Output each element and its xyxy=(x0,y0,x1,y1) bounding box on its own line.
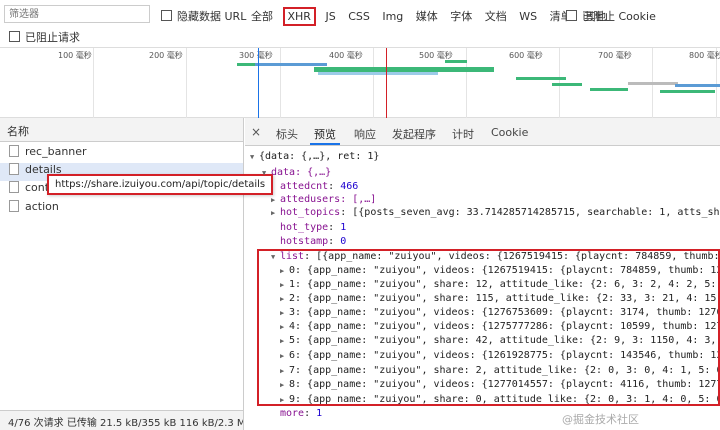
json-collapsed-summary: [{posts_seven_avg: 33.714285714285715, s… xyxy=(352,207,720,218)
type-filter-ws[interactable]: WS xyxy=(519,10,537,23)
domcontentloaded-line xyxy=(258,48,259,118)
name-column-header[interactable]: 名称 xyxy=(0,118,243,142)
list-highlight-box xyxy=(257,249,720,406)
type-filter-img[interactable]: Img xyxy=(382,10,403,23)
tab-timing[interactable]: 计时 xyxy=(452,126,474,142)
resource-type-filters: 全部 XHR JS CSS Img 媒体 字体 文档 WS 清单 其他 xyxy=(251,7,615,26)
request-url-tooltip: https://share.izuiyou.com/api/topic/deta… xyxy=(47,174,274,195)
tab-headers[interactable]: 标头 xyxy=(276,126,298,142)
timeline-gridline: 500 毫秒 xyxy=(419,48,467,118)
tab-initiator[interactable]: 发起程序 xyxy=(392,126,436,142)
detail-tabbar: × 标头 预览 响应 发起程序 计时 Cookie xyxy=(245,118,720,146)
file-icon xyxy=(9,200,19,212)
timeline-tick-label: 200 毫秒 xyxy=(149,51,183,60)
timeline-gridline: 800 毫秒 xyxy=(689,48,720,118)
request-list-panel: 名称 rec_banner details conte action 4/76 … xyxy=(0,118,244,430)
expanded-triangle-icon[interactable]: ▼ xyxy=(262,167,271,180)
blocked-cookies-toggle[interactable]: 已阻止 Cookie xyxy=(566,8,656,24)
load-event-line xyxy=(386,48,387,118)
json-property: more: 1 xyxy=(280,408,323,419)
timeline-gridline: 300 毫秒 xyxy=(239,48,281,118)
blocked-requests-toggle[interactable]: 已阻止请求 xyxy=(9,29,80,45)
type-filter-xhr[interactable]: XHR xyxy=(282,7,317,26)
json-property: hot_type: 1 xyxy=(280,222,347,233)
type-filter-all[interactable]: 全部 xyxy=(251,8,273,24)
hide-data-urls-toggle[interactable]: 隐藏数据 URL xyxy=(161,8,246,24)
tab-cookies[interactable]: Cookie xyxy=(491,126,528,139)
type-filter-media[interactable]: 媒体 xyxy=(416,8,438,24)
request-name: rec_banner xyxy=(25,145,87,158)
timeline-bar xyxy=(590,88,628,91)
tab-response[interactable]: 响应 xyxy=(354,126,376,142)
request-row[interactable]: rec_banner xyxy=(0,145,243,163)
active-tab-indicator xyxy=(310,143,340,145)
timeline-gridline: 400 毫秒 xyxy=(329,48,374,118)
timeline-bar xyxy=(255,63,327,66)
json-collapsed-summary: attedusers: [,…] xyxy=(280,194,377,205)
timeline-bar xyxy=(318,72,438,75)
type-filter-font[interactable]: 字体 xyxy=(450,8,472,24)
timeline-bar xyxy=(516,77,566,80)
json-key: hot_topics xyxy=(280,207,341,218)
timeline-gridline: 200 毫秒 xyxy=(149,48,187,118)
request-row[interactable]: action xyxy=(0,200,243,218)
request-name: action xyxy=(25,200,59,213)
timeline-bar xyxy=(445,60,467,63)
timeline-bar xyxy=(552,83,582,86)
timeline-overview[interactable]: 100 毫秒 200 毫秒 300 毫秒 400 毫秒 500 毫秒 600 毫… xyxy=(0,48,720,118)
file-icon xyxy=(9,163,19,175)
tab-preview[interactable]: 预览 xyxy=(314,126,336,142)
timeline-bar xyxy=(237,63,255,66)
timeline-bar xyxy=(660,90,715,93)
json-key: hot_type xyxy=(280,222,329,233)
timeline-tick-label: 300 毫秒 xyxy=(239,51,273,60)
checkbox-icon[interactable] xyxy=(566,10,577,21)
file-icon xyxy=(9,145,19,157)
timeline-bar xyxy=(675,84,720,87)
json-data-summary: data: {,…} xyxy=(271,167,332,178)
timeline-gridline: 100 毫秒 xyxy=(58,48,94,118)
json-number: 0 xyxy=(340,236,347,247)
blocked-requests-label: 已阻止请求 xyxy=(25,31,80,44)
timeline-tick-label: 800 毫秒 xyxy=(689,51,720,60)
timeline-tick-label: 100 毫秒 xyxy=(58,51,92,60)
watermark: @掘金技术社区 xyxy=(562,413,639,426)
timeline-tick-label: 700 毫秒 xyxy=(598,51,632,60)
blocked-cookies-label: 已阻止 Cookie xyxy=(582,10,656,23)
checkbox-icon[interactable] xyxy=(161,10,172,21)
json-attedusers-node[interactable]: ▶ attedusers: [,…] xyxy=(271,193,376,206)
json-data-node[interactable]: ▼ data: {,…} xyxy=(262,166,331,179)
type-filter-doc[interactable]: 文档 xyxy=(485,8,507,24)
filter-input[interactable] xyxy=(4,5,150,23)
json-hot-topics-node[interactable]: ▶ hot_topics: [{posts_seven_avg: 33.71428… xyxy=(271,206,720,219)
json-number: 1 xyxy=(340,222,347,233)
json-property: attedcnt: 466 xyxy=(280,181,359,192)
collapsed-triangle-icon[interactable]: ▶ xyxy=(271,207,280,220)
network-summary-status: 4/76 次请求 已传输 21.5 kB/355 kB 116 kB/2.3 M xyxy=(0,410,243,430)
timeline-tick-label: 600 毫秒 xyxy=(509,51,543,60)
json-root-summary: {data: {,…}, ret: 1} xyxy=(259,151,380,162)
checkbox-icon[interactable] xyxy=(9,31,20,42)
type-filter-js[interactable]: JS xyxy=(325,10,335,23)
type-filter-css[interactable]: CSS xyxy=(348,10,370,23)
timeline-bar xyxy=(628,82,678,85)
json-key: hotstamp xyxy=(280,236,329,247)
file-icon xyxy=(9,181,19,193)
json-number: 466 xyxy=(340,181,359,192)
close-icon[interactable]: × xyxy=(251,125,261,139)
json-key: attedcnt xyxy=(280,181,329,192)
json-number: 1 xyxy=(316,408,323,419)
expanded-triangle-icon[interactable]: ▼ xyxy=(250,151,259,164)
timeline-tick-label: 400 毫秒 xyxy=(329,51,363,60)
json-key: more xyxy=(280,408,305,419)
network-filter-bar: 隐藏数据 URL 全部 XHR JS CSS Img 媒体 字体 文档 WS 清… xyxy=(0,0,720,48)
json-property: hotstamp: 0 xyxy=(280,236,347,247)
json-root-node[interactable]: ▼ {data: {,…}, ret: 1} xyxy=(250,150,379,163)
hide-data-urls-label: 隐藏数据 URL xyxy=(177,10,247,23)
